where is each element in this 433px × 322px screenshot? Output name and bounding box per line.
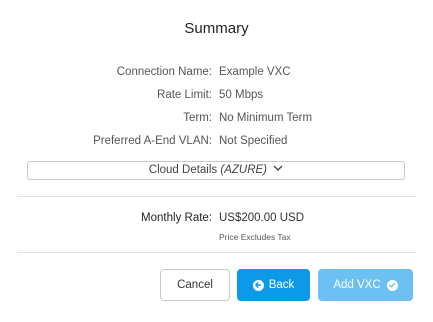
arrow-left-circle-icon [252,279,264,291]
detail-row-term: Term: No Minimum Term [0,112,433,130]
add-vxc-button-label: Add VXC [333,279,381,291]
detail-value: Example VXC [219,66,291,78]
tax-note: Price Excludes Tax [219,232,291,242]
monthly-rate-value: US$200.00 USD [219,212,305,224]
detail-value: 50 Mbps [219,89,264,101]
cloud-details-toggle[interactable]: Cloud Details (AZURE) [27,161,405,180]
cancel-button-label: Cancel [177,279,213,291]
detail-value: No Minimum Term [219,112,313,124]
check-circle-icon [386,279,398,291]
back-button-label: Back [268,279,295,291]
divider [17,196,416,197]
detail-value: Not Specified [219,135,288,147]
detail-label: Term: [183,112,212,124]
add-vxc-button[interactable]: Add VXC [318,269,413,301]
back-button[interactable]: Back [237,269,310,301]
detail-row-a-end-vlan: Preferred A-End VLAN: Not Specified [0,135,433,153]
cloud-details-label: Cloud Details [148,164,218,176]
cloud-provider: (AZURE) [220,164,268,176]
detail-label: Connection Name: [116,66,212,78]
detail-row-connection-name: Connection Name: Example VXC [0,66,433,84]
monthly-rate-label: Monthly Rate: [141,212,212,224]
detail-label: Rate Limit: [157,89,212,101]
detail-row-rate-limit: Rate Limit: 50 Mbps [0,89,433,107]
cancel-button[interactable]: Cancel [160,269,230,301]
detail-label: Preferred A-End VLAN: [93,135,212,147]
divider [17,252,416,253]
page-title: Summary [184,20,249,37]
chevron-down-icon [273,165,283,172]
